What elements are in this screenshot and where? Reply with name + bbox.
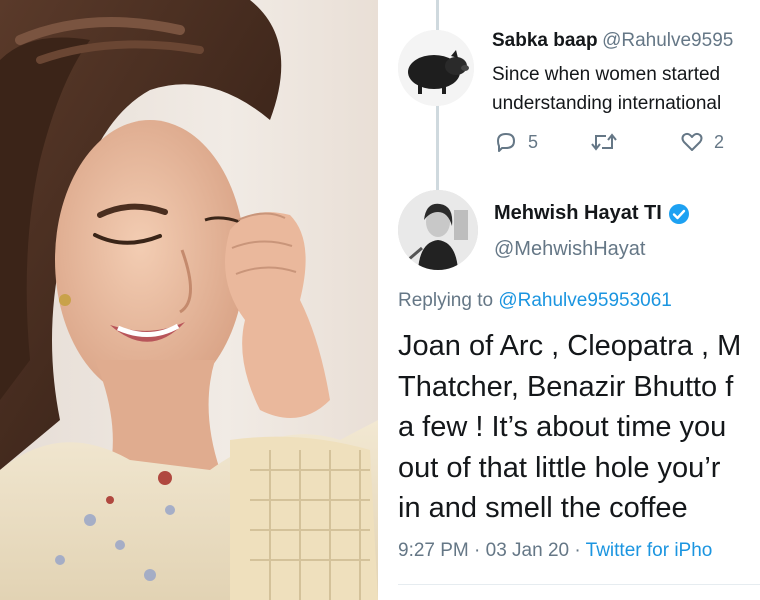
retweet-action[interactable] [590,130,628,154]
main-author-name[interactable]: Mehwish Hayat TI [494,202,662,225]
like-count: 2 [714,131,725,152]
main-author-handle[interactable]: @MehwishHayat [494,238,645,261]
main-author-name-row: Mehwish Hayat TI [494,202,690,225]
profile-photo [0,0,378,600]
retweet-icon [591,133,617,151]
reply-author-name[interactable]: Sabka baap [492,30,598,51]
reply-tweet-text: Since when women started understanding i… [492,60,721,118]
verified-badge-icon [668,203,689,224]
reply-icon [497,133,515,152]
tweet-panel: Sabka baap @Rahulve9595 Since when women… [384,0,760,600]
reply-action[interactable]: 5 [494,130,538,154]
like-icon [681,132,703,151]
like-action[interactable]: 2 [680,130,724,154]
tweet-timestamp[interactable]: 9:27 PM · 03 Jan 20 · [398,540,586,561]
replying-mention-link[interactable]: @Rahulve95953061 [498,290,672,311]
main-author-avatar[interactable] [398,190,478,270]
reply-tweet-actions: 5 2 [494,130,760,154]
main-text-line: Thatcher, Benazir Bhutto f [398,370,734,403]
tweet-source-link[interactable]: Twitter for iPho [586,540,713,561]
main-tweet-text: Joan of Arc , Cleopatra , M Thatcher, Be… [398,326,741,529]
main-text-line: out of that little hole you’r [398,451,721,484]
reply-author-handle[interactable]: @Rahulve9595 [602,30,733,51]
reply-author-row: Sabka baap @Rahulve9595 [492,30,733,52]
replying-to-line: Replying to @Rahulve95953061 [398,290,672,312]
main-text-line: in and smell the coffee [398,492,688,524]
portrait-avatar-icon [398,190,478,270]
main-text-line: Joan of Arc , Cleopatra , M [398,330,742,362]
reply-text-line: understanding international [492,93,722,114]
reply-author-avatar[interactable] [398,30,474,106]
main-text-line: a few ! It’s about time you [398,411,727,443]
pig-avatar-icon [398,30,474,106]
reply-count: 5 [528,131,539,152]
tweet-meta: 9:27 PM · 03 Jan 20 · Twitter for iPho [398,540,712,562]
meta-divider [398,584,760,585]
reply-text-line: Since when women started [492,64,721,85]
replying-prefix: Replying to [398,290,499,311]
